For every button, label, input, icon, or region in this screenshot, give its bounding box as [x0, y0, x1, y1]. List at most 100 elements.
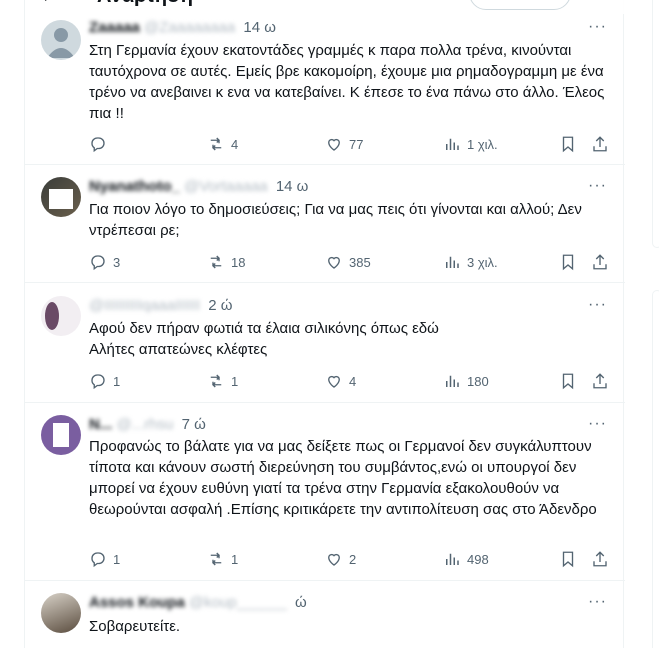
- share-action[interactable]: [591, 549, 609, 569]
- like-action[interactable]: 77: [325, 134, 363, 154]
- like-count: 77: [349, 136, 364, 152]
- like-count: 385: [349, 254, 371, 270]
- retweet-action[interactable]: 1: [207, 371, 238, 391]
- heart-icon: [328, 256, 340, 269]
- like-action[interactable]: 4: [325, 371, 356, 391]
- like-action[interactable]: 385: [325, 252, 371, 272]
- tweet-time[interactable]: 14 ω: [243, 19, 276, 36]
- share-action[interactable]: [591, 134, 609, 154]
- retweet-count: 18: [231, 254, 246, 270]
- views-count: 180: [467, 373, 489, 389]
- views-action[interactable]: 1 χιλ.: [443, 134, 498, 154]
- avatar[interactable]: [41, 415, 81, 455]
- author-handle[interactable]: @Vortaaaaa: [184, 178, 268, 195]
- author-name[interactable]: Zaaaaa: [89, 19, 140, 36]
- more-icon[interactable]: ···: [588, 593, 607, 611]
- tweet-time[interactable]: 7 ώ: [182, 416, 206, 433]
- bookmark-icon: [562, 551, 574, 568]
- bookmark-action[interactable]: [559, 252, 577, 272]
- reply-icon: [91, 374, 105, 390]
- avatar[interactable]: [41, 20, 81, 60]
- tweet-text: Στη Γερμανία έχουν εκατοντάδες γραμμές κ…: [89, 42, 605, 122]
- views-icon: [446, 256, 459, 268]
- share-action[interactable]: [591, 252, 609, 272]
- reply-button[interactable]: Απάντηση: [469, 0, 571, 10]
- page-title: Ανάρτηση: [97, 0, 193, 8]
- reply-count: 1: [113, 551, 121, 567]
- tweet-text: Προφανώς το βάλατε για να μας δείξετε πω…: [89, 438, 597, 518]
- more-icon[interactable]: ···: [588, 415, 607, 433]
- retweet-count: 4: [231, 136, 239, 152]
- retweet-count: 1: [231, 551, 239, 567]
- like-count: 2: [349, 551, 357, 567]
- back-arrow-icon[interactable]: ←: [39, 0, 59, 6]
- avatar-redaction: [53, 423, 69, 447]
- more-icon[interactable]: ···: [588, 296, 607, 314]
- retweet-count: 1: [231, 373, 239, 389]
- tweet-time[interactable]: ώ: [295, 594, 307, 611]
- tweet-header: Nyanathoto_ @Vortaaaaa 14 ω: [89, 177, 589, 197]
- reply-action[interactable]: 1: [89, 549, 120, 569]
- author-handle[interactable]: @...rhsu: [117, 416, 174, 433]
- reply-icon: [91, 255, 105, 271]
- tweet-text: Αφού δεν πήραν φωτιά τα έλαια σιλικόνης …: [89, 320, 439, 358]
- heart-icon: [328, 553, 340, 566]
- reply-count: 1: [113, 373, 121, 389]
- bookmark-action[interactable]: [559, 134, 577, 154]
- views-action[interactable]: 180: [443, 371, 489, 391]
- like-action[interactable]: 2: [325, 549, 356, 569]
- retweet-icon: [210, 137, 222, 151]
- avatar[interactable]: [41, 177, 81, 217]
- views-count: 498: [467, 551, 489, 567]
- tweet-actions: 1 1 4 180: [89, 371, 609, 391]
- retweet-action[interactable]: 1: [207, 549, 238, 569]
- tweet[interactable]: @IIIIIIIIIqaaaIIIIII 2 ώ ··· Αφού δεν πή…: [25, 283, 625, 403]
- tweet-header: @IIIIIIIIIqaaaIIIIII 2 ώ: [89, 296, 589, 316]
- views-action[interactable]: 498: [443, 549, 489, 569]
- more-icon[interactable]: ···: [588, 18, 607, 36]
- avatar[interactable]: [41, 296, 81, 336]
- avatar[interactable]: [41, 593, 81, 633]
- bookmark-action[interactable]: [559, 549, 577, 569]
- reply-count: 3: [113, 254, 121, 270]
- tweet[interactable]: Ν... @...rhsu 7 ώ ··· Προφανώς το βάλατε…: [25, 403, 625, 581]
- bookmark-icon: [562, 254, 574, 271]
- tweet-time[interactable]: 2 ώ: [208, 297, 232, 314]
- sidebar-card: [652, 290, 659, 648]
- views-action[interactable]: 3 χιλ.: [443, 252, 498, 272]
- share-action[interactable]: [591, 371, 609, 391]
- author-handle[interactable]: @koup______: [189, 594, 287, 611]
- reply-icon: [91, 552, 105, 568]
- tweet[interactable]: Nyanathoto_ @Vortaaaaa 14 ω ··· Για ποιο…: [25, 165, 625, 283]
- avatar-redaction: [49, 189, 73, 209]
- author-name[interactable]: Assos Koupa: [89, 594, 185, 611]
- reply-action[interactable]: 3: [89, 252, 120, 272]
- bookmark-icon: [562, 373, 574, 390]
- reply-icon: [91, 137, 105, 153]
- tweet-time[interactable]: 14 ω: [276, 178, 309, 195]
- share-icon: [593, 254, 607, 270]
- tweet-text: Για ποιον λόγο το δημοσιεύσεις; Για να μ…: [89, 201, 582, 239]
- tweet[interactable]: Assos Koupa @koup______ ώ ··· Σοβαρευτεί…: [25, 581, 625, 648]
- avatar-shape: [45, 302, 59, 330]
- author-name[interactable]: Nyanathoto_: [89, 178, 180, 195]
- views-icon: [446, 553, 459, 565]
- retweet-action[interactable]: 4: [207, 134, 238, 154]
- tweet-actions: 4 77 1 χιλ.: [89, 134, 609, 154]
- views-count: 3 χιλ.: [467, 254, 498, 270]
- bookmark-action[interactable]: [559, 371, 577, 391]
- share-icon: [593, 551, 607, 567]
- tweet-actions: 1 1 2 498: [89, 549, 609, 569]
- retweet-action[interactable]: 18: [207, 252, 245, 272]
- reply-action[interactable]: 1: [89, 371, 120, 391]
- author-name[interactable]: Ν...: [89, 416, 112, 433]
- author-handle[interactable]: @IIIIIIIIIqaaaIIIIII: [89, 297, 200, 314]
- reply-action[interactable]: [89, 134, 113, 154]
- tweet[interactable]: Zaaaaa @Zaaaaaaaa 14 ω ··· Στη Γερμανία …: [25, 14, 625, 165]
- bookmark-icon: [562, 136, 574, 153]
- more-icon[interactable]: ···: [588, 177, 607, 195]
- author-handle[interactable]: @Zaaaaaaaa: [144, 19, 235, 36]
- tweet-header: Zaaaaa @Zaaaaaaaa 14 ω: [89, 18, 589, 38]
- tweet-text: Σοβαρευτείτε.: [89, 618, 181, 635]
- retweet-icon: [210, 374, 222, 388]
